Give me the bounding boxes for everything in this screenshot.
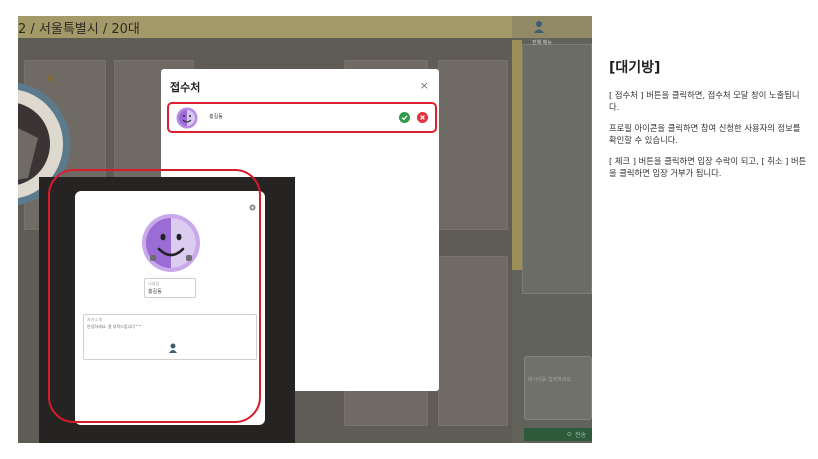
applicant-row: 홍길동 xyxy=(167,102,437,133)
right-panel-header xyxy=(512,16,592,40)
description-title: [대기방] xyxy=(609,60,661,76)
room-title: 2 / 서울특별시 / 20대 xyxy=(18,22,140,37)
x-circle-icon[interactable] xyxy=(417,112,428,123)
chat-panel xyxy=(522,44,592,294)
modal-title: 접수처 xyxy=(170,81,201,94)
check-circle-icon[interactable] xyxy=(399,112,410,123)
chat-input[interactable] xyxy=(524,356,592,420)
profile-avatar-icon[interactable] xyxy=(176,107,198,129)
description-paragraph: [ 체크 ] 버튼을 클릭하면 입장 수락이 되고, [ 취소 ] 버튼을 클릭… xyxy=(609,156,807,178)
close-icon[interactable]: × xyxy=(420,80,429,91)
description-panel: [대기방] [ 접수처 ] 버튼을 클릭하면, 접수처 모달 창이 노출됩니다.… xyxy=(609,57,809,188)
chat-placeholder: 메시지를 입력하세요 xyxy=(528,377,571,383)
send-icon: ⊙ xyxy=(566,431,572,438)
panel-divider xyxy=(512,40,522,270)
people-icon[interactable] xyxy=(532,20,546,34)
menu-label[interactable]: 전체 메뉴 xyxy=(532,39,552,46)
highlight-outline xyxy=(48,169,261,423)
participant-card xyxy=(438,256,508,426)
description-paragraph: 프로필 아이콘을 클릭하면 참여 신청한 사용자의 정보를 확인할 수 있습니다… xyxy=(609,123,801,145)
applicant-name: 홍길동 xyxy=(209,114,223,120)
send-button[interactable]: ⊙ 전송 xyxy=(524,428,592,441)
description-paragraph: [ 접수처 ] 버튼을 클릭하면, 접수처 모달 창이 노출됩니다. xyxy=(609,90,800,112)
send-label: 전송 xyxy=(574,432,586,439)
participant-card xyxy=(438,60,508,230)
